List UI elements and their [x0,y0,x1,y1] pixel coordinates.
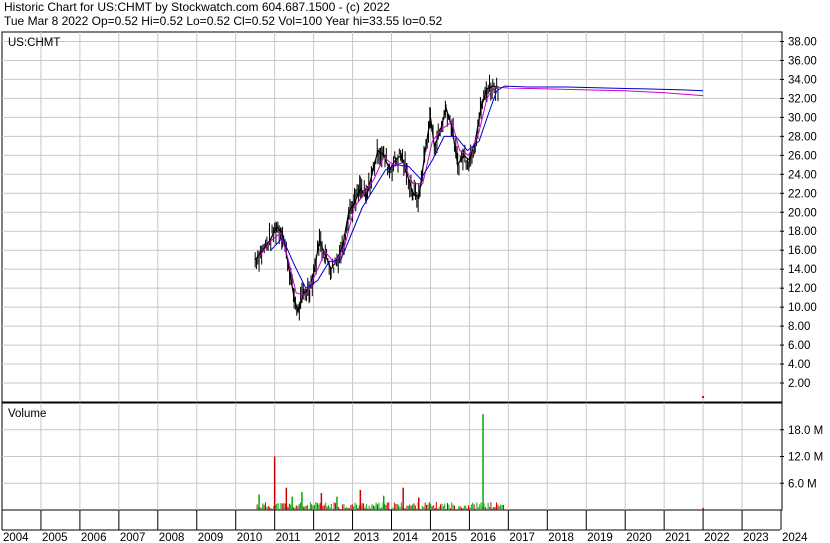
x-tick-label: 2021 [665,532,691,543]
vol-y-tick-label: 12.0 M [788,452,823,464]
price-panel-title: US:CHMT [8,37,60,49]
x-tick-label: 2024 [782,532,808,543]
x-tick-label: 2020 [626,532,652,543]
x-tick-label: 2004 [3,532,29,543]
y-tick-label: 34.00 [788,74,817,86]
x-tick-label: 2018 [548,532,574,543]
x-tick-label: 2009 [198,532,224,543]
y-tick-label: 14.00 [788,264,817,276]
y-tick-label: 32.00 [788,93,817,105]
x-tick-label: 2013 [354,532,380,543]
volume-y-axis: 6.0 M 12.0 M 18.0 M [780,425,823,490]
y-tick-label: 36.00 [788,55,817,67]
y-tick-label: 6.00 [788,340,810,352]
vol-y-tick-label: 6.0 M [788,478,817,490]
y-tick-label: 10.00 [788,302,817,314]
x-tick-label: 2008 [159,532,185,543]
x-tick-label: 2007 [120,532,146,543]
y-tick-label: 4.00 [788,359,810,371]
y-tick-label: 26.00 [788,150,817,162]
y-tick-label: 24.00 [788,169,817,181]
vol-y-tick-label: 18.0 M [788,425,823,437]
x-tick-label: 2011 [276,532,301,543]
y-tick-label: 28.00 [788,131,817,143]
x-tick-label: 2010 [237,532,263,543]
y-tick-label: 30.00 [788,112,817,124]
price-y-axis: 2.00 4.00 6.00 8.00 10.00 12.00 14.00 16.00 18.0… [780,36,817,390]
last-price-marker [702,396,705,399]
volume-panel-title: Volume [8,408,46,420]
x-tick-label: 2015 [431,532,457,543]
y-tick-label: 2.00 [788,378,810,390]
y-tick-label: 12.00 [788,283,817,295]
x-tick-label: 2005 [42,532,68,543]
y-tick-label: 38.00 [788,36,817,48]
y-tick-label: 8.00 [788,321,810,333]
x-tick-label: 2017 [509,532,535,543]
x-tick-label: 2019 [587,532,613,543]
x-axis: 2004 2005 2006 2007 2008 2009 2010 2011 2012 2013… [1,510,808,543]
y-tick-label: 18.00 [788,226,817,238]
y-tick-label: 16.00 [788,245,817,257]
x-tick-label: 2023 [743,532,769,543]
stock-chart: 2.00 4.00 6.00 8.00 10.00 12.00 14.00 16.00 18.0… [1,31,823,543]
x-tick-label: 2006 [81,532,107,543]
x-tick-label: 2012 [315,532,341,543]
x-tick-label: 2016 [470,532,496,543]
x-tick-label: 2022 [704,532,730,543]
y-tick-label: 20.00 [788,207,817,219]
x-tick-label: 2014 [393,532,419,543]
y-tick-label: 22.00 [788,188,817,200]
